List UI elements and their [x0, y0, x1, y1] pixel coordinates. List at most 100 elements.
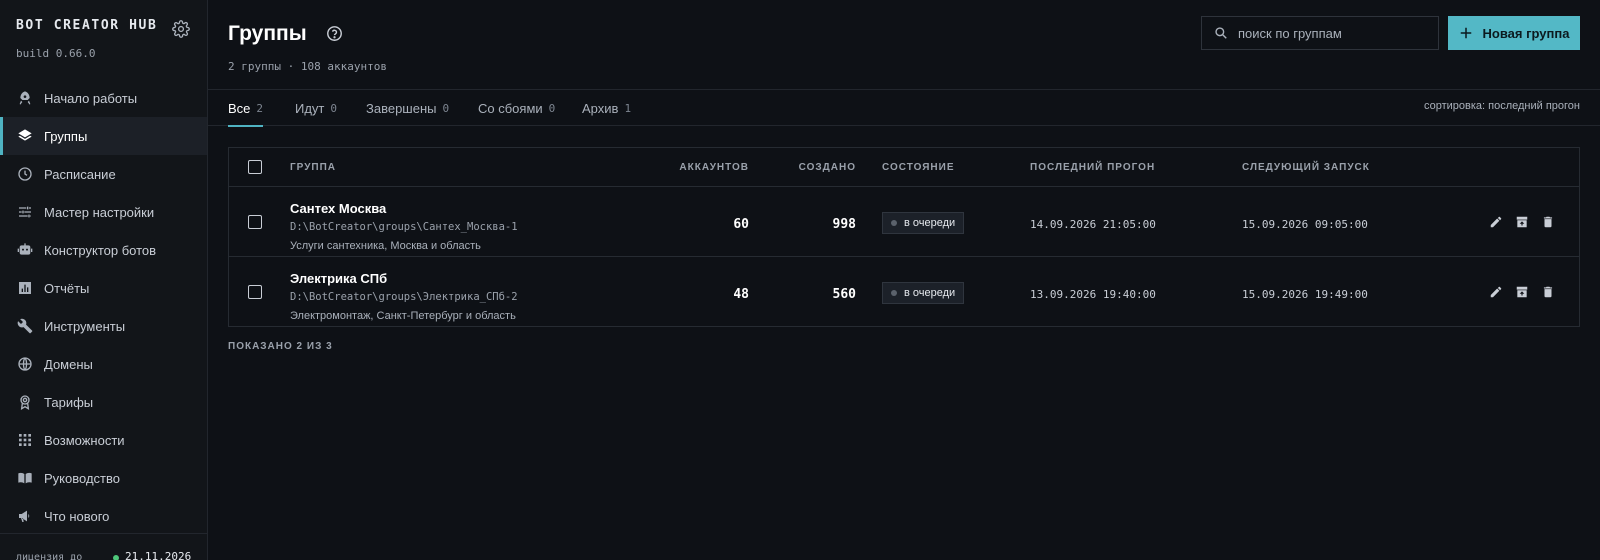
page-title: Группы — [228, 22, 307, 45]
sidebar-item-tools[interactable]: Инструменты — [0, 307, 207, 345]
status-dot — [891, 290, 897, 296]
table-row[interactable]: Сантех Москва D:\BotCreator\groups\Санте… — [229, 187, 1579, 257]
edit-button[interactable] — [1487, 213, 1505, 231]
page-subtitle: 2 группы · 108 аккаунтов — [228, 60, 387, 73]
sidebar-item-groups[interactable]: Группы — [0, 117, 207, 155]
tab-completed[interactable]: Завершены 0 — [366, 90, 449, 126]
group-name[interactable]: Электрика СПб — [290, 271, 387, 286]
next-run-time: 15.09.2026 09:05:00 — [1242, 218, 1368, 231]
grid-icon — [16, 432, 33, 449]
tab-label: Архив — [582, 100, 619, 116]
last-run-time: 13.09.2026 19:40:00 — [1030, 288, 1156, 301]
tab-failed[interactable]: Со сбоями 0 — [478, 90, 555, 126]
sidebar-item-getting-started[interactable]: Начало работы — [0, 79, 207, 117]
column-group[interactable]: ГРУППА — [290, 162, 336, 173]
delete-button[interactable] — [1539, 283, 1557, 301]
help-button[interactable] — [326, 25, 343, 42]
edit-button[interactable] — [1487, 283, 1505, 301]
tab-count: 2 — [256, 101, 264, 115]
gear-icon — [172, 20, 190, 38]
rocket-icon — [16, 90, 33, 107]
sidebar-item-domains[interactable]: Домены — [0, 345, 207, 383]
accounts-count: 60 — [733, 217, 749, 232]
archive-icon — [1516, 216, 1528, 228]
settings-button[interactable] — [172, 20, 192, 40]
group-name[interactable]: Сантех Москва — [290, 201, 386, 216]
select-all-checkbox[interactable] — [248, 160, 262, 174]
badge-icon — [16, 394, 33, 411]
group-description: Электромонтаж, Санкт-Петербург и область — [290, 310, 516, 322]
created-count: 998 — [832, 217, 856, 232]
group-description: Услуги сантехника, Москва и область — [290, 240, 481, 252]
sidebar-item-tariffs[interactable]: Тарифы — [0, 383, 207, 421]
megaphone-icon — [16, 508, 33, 525]
tab-count: 0 — [548, 101, 556, 115]
sidebar-item-label: Группы — [44, 128, 88, 144]
tab-count: 0 — [442, 101, 450, 115]
sidebar-item-schedule[interactable]: Расписание — [0, 155, 207, 193]
new-group-button[interactable]: Новая группа — [1448, 16, 1580, 50]
search-input[interactable] — [1238, 25, 1428, 41]
tab-label: Завершены — [366, 100, 437, 116]
table-row[interactable]: Электрика СПб D:\BotCreator\groups\Элект… — [229, 257, 1579, 327]
groups-table: ГРУППА АККАУНТОВ СОЗДАНО СОСТОЯНИЕ ПОСЛЕ… — [228, 147, 1580, 327]
sidebar-item-label: Что нового — [44, 508, 110, 524]
sidebar-item-features[interactable]: Возможности — [0, 421, 207, 459]
sidebar-item-label: Отчёты — [44, 280, 90, 296]
tab-label: Все — [228, 100, 251, 116]
sidebar-item-label: Домены — [44, 356, 93, 372]
sort-selector[interactable]: сортировка: последний прогон — [1424, 100, 1580, 112]
tab-archive[interactable]: Архив 1 — [582, 90, 631, 126]
column-created[interactable]: СОЗДАНО — [756, 162, 856, 173]
sidebar-item-bot-builder[interactable]: Конструктор ботов — [0, 231, 207, 269]
sidebar-item-setup-wizard[interactable]: Мастер настройки — [0, 193, 207, 231]
status-badge: в очереди — [882, 282, 965, 304]
delete-button[interactable] — [1539, 213, 1557, 231]
column-last-run[interactable]: ПОСЛЕДНИЙ ПРОГОН — [1030, 162, 1155, 173]
archive-button[interactable] — [1513, 213, 1531, 231]
column-next-run[interactable]: СЛЕДУЮЩИЙ ЗАПУСК — [1242, 162, 1370, 173]
sidebar-item-guide[interactable]: Руководство — [0, 459, 207, 497]
search-box[interactable] — [1201, 16, 1439, 50]
chart-icon — [16, 280, 33, 297]
license-footer: лицензия до 21.11.2026 — [0, 533, 207, 560]
layers-icon — [16, 128, 33, 145]
sidebar-item-label: Возможности — [44, 432, 125, 448]
sidebar-item-reports[interactable]: Отчёты — [0, 269, 207, 307]
tab-all[interactable]: Все 2 — [228, 90, 264, 127]
trash-icon — [1543, 286, 1553, 298]
sidebar-item-label: Мастер настройки — [44, 204, 155, 220]
last-run-time: 14.09.2026 21:05:00 — [1030, 218, 1156, 231]
build-version: build 0.66.0 — [16, 47, 96, 60]
robot-icon — [16, 242, 33, 259]
app-title: BOT CREATOR HUB — [16, 18, 158, 33]
wrench-icon — [16, 318, 33, 335]
sidebar-item-label: Начало работы — [44, 90, 138, 106]
table-header: ГРУППА АККАУНТОВ СОЗДАНО СОСТОЯНИЕ ПОСЛЕ… — [229, 148, 1579, 187]
tab-count: 1 — [624, 101, 632, 115]
column-accounts[interactable]: АККАУНТОВ — [649, 162, 749, 173]
row-checkbox[interactable] — [248, 215, 262, 229]
created-count: 560 — [832, 287, 856, 302]
tab-label: Со сбоями — [478, 100, 543, 116]
tab-running[interactable]: Идут 0 — [295, 90, 337, 126]
group-path: D:\BotCreator\groups\Сантех_Москва-1 — [290, 221, 518, 233]
trash-icon — [1543, 216, 1553, 228]
tab-label: Идут — [295, 100, 325, 116]
group-path: D:\BotCreator\groups\Электрика_СПб-2 — [290, 291, 518, 303]
sidebar-item-label: Инструменты — [44, 318, 126, 334]
archive-button[interactable] — [1513, 283, 1531, 301]
status-dot — [891, 220, 897, 226]
row-checkbox[interactable] — [248, 285, 262, 299]
sidebar-item-whats-new[interactable]: Что нового — [0, 497, 207, 535]
sliders-icon — [16, 204, 33, 221]
clock-icon — [16, 166, 33, 183]
sidebar-item-label: Руководство — [44, 470, 120, 486]
pagination-summary: ПОКАЗАНО 2 ИЗ 3 — [228, 341, 333, 352]
pencil-icon — [1490, 216, 1502, 228]
column-state[interactable]: СОСТОЯНИЕ — [882, 162, 955, 173]
search-icon — [1215, 27, 1227, 39]
license-status-dot — [113, 555, 119, 560]
status-label: в очереди — [904, 217, 956, 229]
filter-tabs: Все 2 Идут 0 Завершены 0 Со сбоями 0 Арх… — [208, 89, 1600, 127]
